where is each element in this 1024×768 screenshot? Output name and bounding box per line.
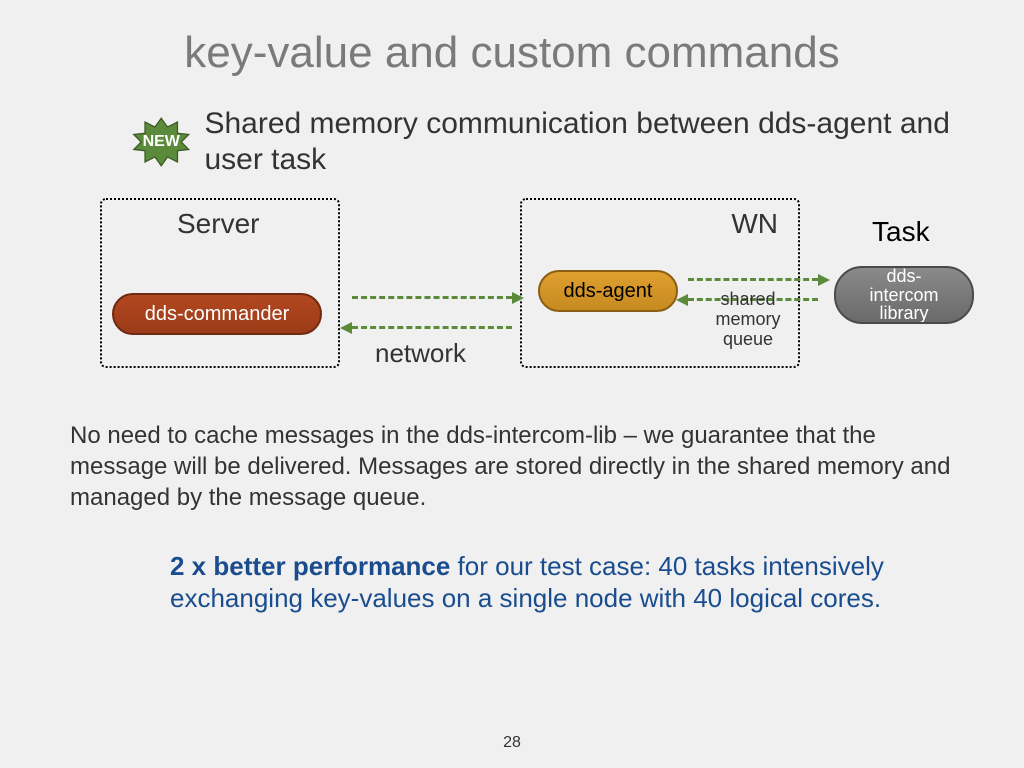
- arrow-head-icon: [818, 274, 830, 286]
- wn-label: WN: [731, 208, 778, 240]
- network-label: network: [375, 338, 466, 369]
- dds-intercom-node: dds- intercom library: [834, 266, 974, 324]
- intercom-line1: dds-: [886, 267, 921, 286]
- arrow-head-icon: [512, 292, 524, 304]
- dds-commander-node: dds-commander: [112, 293, 322, 335]
- performance-highlight: 2 x better performance for our test case…: [170, 550, 884, 615]
- smq-line2: memory: [715, 309, 780, 329]
- arrow-agent-intercom-right: [688, 278, 818, 281]
- arrow-commander-agent-right: [352, 296, 512, 299]
- page-number: 28: [503, 734, 521, 752]
- commander-text: dds-commander: [145, 303, 290, 326]
- highlight-bold: 2 x better performance: [170, 551, 450, 581]
- architecture-diagram: Server WN Task dds-commander dds-agent d…: [60, 198, 964, 398]
- subtitle-text: Shared memory communication between dds-…: [204, 106, 964, 178]
- smq-line1: shared: [720, 289, 775, 309]
- agent-text: dds-agent: [564, 280, 653, 303]
- intercom-line3: library: [879, 304, 928, 323]
- smq-line3: queue: [723, 329, 773, 349]
- arrow-head-icon: [340, 322, 352, 334]
- arrow-head-icon: [676, 294, 688, 306]
- new-badge: NEW: [130, 115, 192, 169]
- intercom-line2: intercom: [869, 286, 938, 305]
- server-label: Server: [177, 208, 259, 240]
- slide: key-value and custom commands NEW Shared…: [0, 0, 1024, 768]
- shared-memory-queue-label: shared memory queue: [698, 290, 798, 349]
- task-label: Task: [872, 216, 930, 248]
- dds-agent-node: dds-agent: [538, 270, 678, 312]
- description-paragraph: No need to cache messages in the dds-int…: [70, 420, 954, 514]
- arrow-commander-agent-left: [352, 326, 512, 329]
- new-badge-text: NEW: [143, 133, 180, 151]
- slide-title: key-value and custom commands: [60, 28, 964, 78]
- subtitle-row: NEW Shared memory communication between …: [130, 106, 964, 178]
- server-box: Server: [100, 198, 340, 368]
